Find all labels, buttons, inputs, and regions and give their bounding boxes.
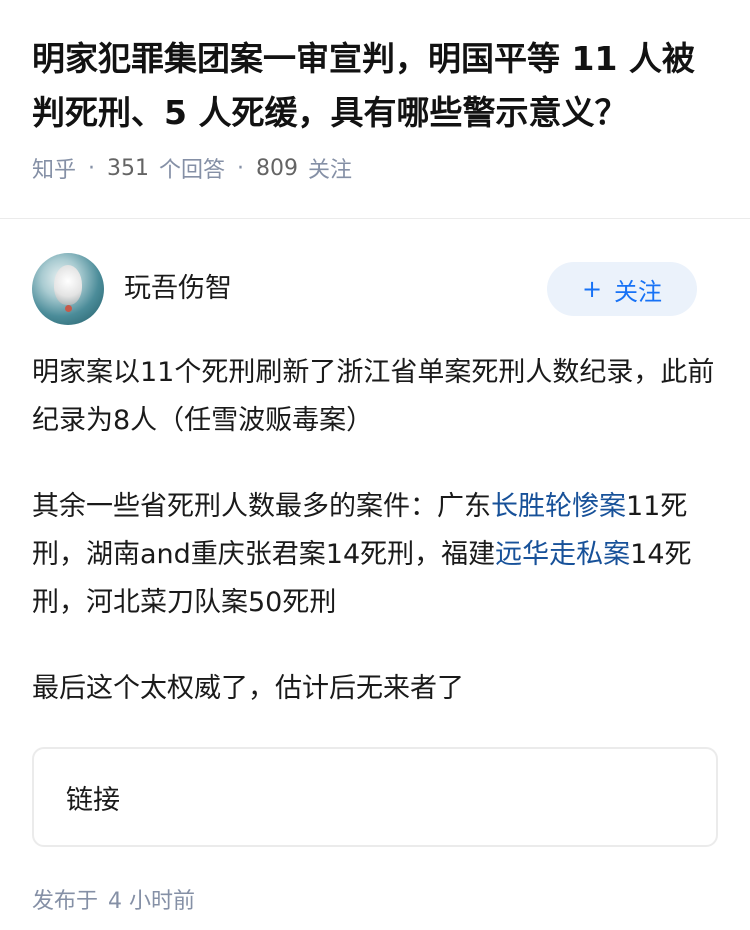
tiger-avatar-nose xyxy=(65,305,72,312)
author-name[interactable]: 玩吾伤智 xyxy=(124,266,547,305)
followers-count: 809 xyxy=(256,155,299,181)
question-meta: 知乎 · 351 个回答 · 809 关注 xyxy=(32,148,718,188)
answers-count: 351 xyxy=(107,155,150,181)
answer-text: 其余一些省死刑人数最多的案件：广东 xyxy=(32,491,491,522)
plus-icon: + xyxy=(581,275,603,303)
divider xyxy=(0,218,750,219)
avatar[interactable] xyxy=(32,253,104,325)
link-yuanhua-case[interactable]: 远华走私案 xyxy=(495,539,630,570)
source-label[interactable]: 知乎 xyxy=(32,152,76,184)
answers-label[interactable]: 个回答 xyxy=(159,152,225,184)
question-title[interactable]: 明家犯罪集团案一审宣判，明国平等 11 人被判死刑、5 人死缓，具有哪些警示意义… xyxy=(32,32,718,140)
question-header: 明家犯罪集团案一审宣判，明国平等 11 人被判死刑、5 人死缓，具有哪些警示意义… xyxy=(0,0,750,188)
author-row: 玩吾伤智 + 关注 xyxy=(0,253,750,325)
publish-info: 发布于 4 小时前 xyxy=(0,847,750,915)
follow-button-label: 关注 xyxy=(614,277,663,306)
published-time: 4 小时前 xyxy=(108,889,196,914)
link-changsheng-case[interactable]: 长胜轮惨案 xyxy=(491,491,626,522)
link-card[interactable]: 链接 xyxy=(32,747,718,847)
answer-content: 明家案以11个死刑刷新了浙江省单案死刑人数纪录，此前纪录为8人（任雪波贩毒案） … xyxy=(0,349,750,713)
answer-paragraph: 明家案以11个死刑刷新了浙江省单案死刑人数纪录，此前纪录为8人（任雪波贩毒案） xyxy=(32,357,715,436)
separator-dot: · xyxy=(88,155,96,181)
published-label: 发布于 xyxy=(32,889,99,914)
tiger-avatar-icon xyxy=(54,265,82,305)
follow-button[interactable]: + 关注 xyxy=(547,262,697,316)
separator-dot: · xyxy=(237,155,245,181)
answer-paragraph: 最后这个太权威了，估计后无来者了 xyxy=(32,673,464,704)
answer-paragraph: 其余一些省死刑人数最多的案件：广东长胜轮惨案11死刑，湖南and重庆张君案14死… xyxy=(32,483,718,627)
link-card-label: 链接 xyxy=(66,784,120,816)
followers-label[interactable]: 关注 xyxy=(308,152,352,184)
